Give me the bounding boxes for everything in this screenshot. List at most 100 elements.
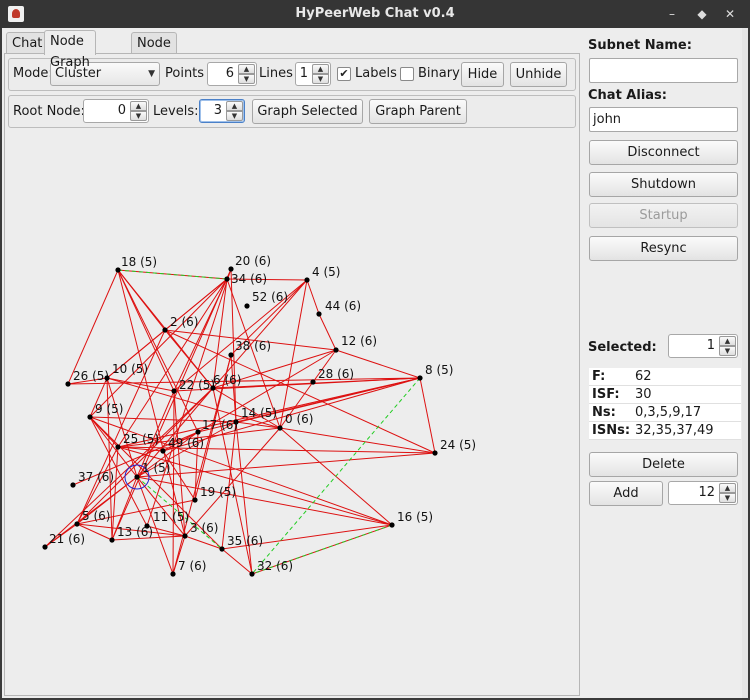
- graph-node-35[interactable]: 35 (6): [219, 534, 263, 552]
- graph-edge: [184, 535, 223, 550]
- graph-node-dot[interactable]: [104, 375, 110, 381]
- graph-node-4[interactable]: 4 (5): [304, 265, 340, 283]
- graph-node-label: 16 (5): [397, 510, 433, 524]
- graph-node-label: 25 (5): [123, 432, 159, 446]
- graph-node-21[interactable]: 21 (6): [42, 532, 85, 550]
- graph-edge: [318, 313, 337, 351]
- graph-node-dot[interactable]: [70, 482, 76, 488]
- graph-node-dot[interactable]: [182, 533, 188, 539]
- graph-node-dot[interactable]: [228, 352, 234, 358]
- selected-spinner[interactable]: 1 ▲ ▼: [668, 334, 738, 358]
- spinner-up-icon[interactable]: ▲: [719, 483, 736, 493]
- graph-node-10[interactable]: 10 (5): [104, 362, 148, 381]
- graph-node-37[interactable]: 37 (6): [70, 470, 114, 488]
- graph-edges: [44, 268, 436, 575]
- tab-node-graph[interactable]: Node Graph: [44, 30, 96, 70]
- graph-node-label: 17 (6): [202, 418, 238, 432]
- graph-edge: [419, 377, 436, 454]
- minimize-icon[interactable]: –: [664, 6, 680, 22]
- graph-node-dot[interactable]: [134, 474, 140, 480]
- spinner-up-icon[interactable]: ▲: [719, 336, 736, 346]
- graph-node-label: 12 (6): [341, 334, 377, 348]
- close-icon[interactable]: ✕: [722, 6, 738, 22]
- graph-node-dot[interactable]: [170, 571, 176, 577]
- graph-node-label: 49 (6): [168, 436, 204, 450]
- info-value: 0,3,5,9,17: [635, 405, 702, 420]
- graph-node-label: 18 (5): [121, 255, 157, 269]
- graph-node-dot[interactable]: [219, 546, 225, 552]
- subnet-name-input[interactable]: [589, 58, 738, 83]
- graph-node-32[interactable]: 32 (6): [249, 559, 293, 577]
- disconnect-button[interactable]: Disconnect: [589, 140, 738, 165]
- graph-node-dot[interactable]: [87, 414, 93, 420]
- graph-edge: [172, 390, 175, 575]
- shutdown-button[interactable]: Shutdown: [589, 172, 738, 197]
- graph-node-8[interactable]: 8 (5): [417, 363, 453, 381]
- graph-node-dot[interactable]: [224, 276, 230, 282]
- graph-node-24[interactable]: 24 (5): [432, 438, 476, 456]
- graph-edge: [106, 377, 138, 478]
- graph-node-label: 24 (5): [440, 438, 476, 452]
- graph-node-label: 37 (6): [78, 470, 114, 484]
- graph-node-label: 14 (5): [241, 406, 277, 420]
- graph-node-dot[interactable]: [162, 327, 168, 333]
- graph-node-19[interactable]: 19 (5): [192, 485, 236, 503]
- graph-node-16[interactable]: 16 (5): [389, 510, 433, 528]
- graph-node-dot[interactable]: [432, 450, 438, 456]
- chat-alias-input[interactable]: john: [589, 107, 738, 132]
- graph-node-44[interactable]: 44 (6): [316, 299, 361, 317]
- graph-node-dot[interactable]: [74, 521, 80, 527]
- resync-button[interactable]: Resync: [589, 236, 738, 261]
- graph-node-dot[interactable]: [160, 448, 166, 454]
- add-count-value: 12: [698, 485, 715, 500]
- graph-edge: [212, 278, 228, 389]
- graph-node-dot[interactable]: [195, 429, 201, 435]
- tab-chat[interactable]: Chat: [6, 32, 49, 54]
- graph-node-label: 13 (6): [117, 525, 153, 539]
- spinner-down-icon[interactable]: ▼: [719, 493, 736, 503]
- graph-node-dot[interactable]: [65, 381, 71, 387]
- node-graph-panel: Mode: Cluster ▼ Points 6 ▲ ▼ Lines 1 ▲ ▼ ✔…: [4, 53, 580, 696]
- graph-node-dot[interactable]: [389, 522, 395, 528]
- graph-node-dot[interactable]: [115, 444, 121, 450]
- graph-node-dot[interactable]: [249, 571, 255, 577]
- graph-node-dot[interactable]: [304, 277, 310, 283]
- node-graph-canvas[interactable]: 18 (5) 20 (6) 34 (6) 4 (5) 52 (6) 44 (6) 2 (6)…: [5, 54, 579, 697]
- delete-button[interactable]: Delete: [589, 452, 738, 477]
- add-count-spinner[interactable]: 12 ▲ ▼: [668, 481, 738, 505]
- graph-node-17[interactable]: 17 (6): [195, 418, 238, 435]
- spinner-down-icon[interactable]: ▼: [719, 346, 736, 356]
- selected-label: Selected:: [588, 340, 657, 355]
- graph-node-dot[interactable]: [171, 388, 177, 394]
- restore-icon[interactable]: ◆: [694, 6, 710, 22]
- graph-node-dot[interactable]: [316, 311, 322, 317]
- graph-node-38[interactable]: 38 (6): [228, 339, 271, 358]
- graph-node-dot[interactable]: [244, 303, 250, 309]
- graph-node-20[interactable]: 20 (6): [228, 254, 271, 272]
- window-client: Chat Node Graph Node List Mode: Cluster …: [2, 28, 748, 698]
- graph-edge: [279, 427, 436, 454]
- graph-node-dot[interactable]: [333, 347, 339, 353]
- title-bar: HyPeerWeb Chat v0.4 – ◆ ✕: [0, 0, 750, 28]
- graph-node-dot[interactable]: [228, 266, 234, 272]
- graph-node-34[interactable]: 34 (6): [224, 272, 267, 286]
- graph-node-dot[interactable]: [192, 497, 198, 503]
- graph-node-label: 8 (5): [425, 363, 453, 377]
- window-title: HyPeerWeb Chat v0.4: [295, 6, 455, 21]
- graph-node-label: 34 (6): [231, 272, 267, 286]
- info-row: Ns: 0,3,5,9,17: [589, 404, 741, 422]
- graph-node-dot[interactable]: [310, 379, 316, 385]
- graph-edge: [235, 421, 281, 429]
- graph-node-dot[interactable]: [417, 375, 423, 381]
- graph-node-dot[interactable]: [277, 425, 283, 431]
- add-button[interactable]: Add: [589, 481, 663, 506]
- graph-node-label: 26 (5): [73, 369, 109, 383]
- graph-node-label: 44 (6): [325, 299, 361, 313]
- graph-node-12[interactable]: 12 (6): [333, 334, 377, 353]
- graph-node-dot[interactable]: [115, 267, 121, 273]
- graph-node-dot[interactable]: [42, 544, 48, 550]
- graph-node-label: 19 (5): [200, 485, 236, 499]
- tab-node-list[interactable]: Node List: [131, 32, 177, 72]
- graph-node-dot[interactable]: [109, 537, 115, 543]
- graph-node-label: 35 (6): [227, 534, 263, 548]
